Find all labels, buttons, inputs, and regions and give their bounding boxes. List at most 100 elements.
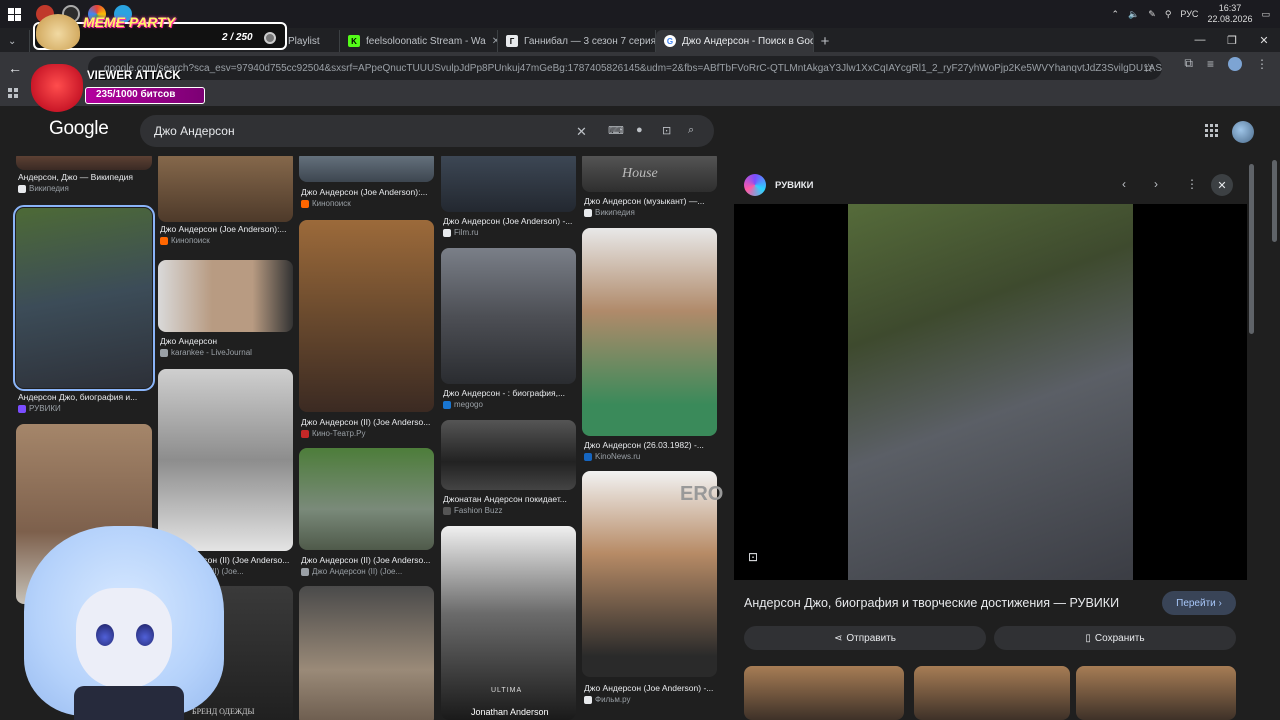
tab-google-search[interactable]: G Джо Андерсон - Поиск в Goo ✕ [656,30,814,52]
mic-icon[interactable]: ● [636,124,643,136]
pen-icon[interactable]: ✎ [1148,9,1156,20]
result-caption: Джо Андерсон (Joe Anderson):... [301,187,428,197]
source-label: Джо Андерсон (II) (Joe... [312,567,403,576]
preview-site-name[interactable]: РУВИКИ [775,180,813,191]
image-result-selected[interactable]: Андерсон Джо, биография и... РУВИКИ [13,205,155,416]
account-avatar[interactable] [1232,121,1254,143]
result-caption: Джо Андерсон (26.03.1982) -... [584,440,704,450]
image-result[interactable]: Джонатан Андерсон покидает... Fashion Bu… [441,420,576,520]
kinoteatr-favicon-icon [301,429,309,438]
profile-avatar-icon[interactable] [1228,56,1242,71]
image-result[interactable]: Джо Андерсон (II) (Joe Anderso... Кино-Т… [299,220,434,442]
chevron-left-icon[interactable]: ‹ [1122,177,1126,191]
result-thumbnail [158,156,293,222]
chevron-up-icon[interactable]: ⌃ [1112,9,1120,20]
image-result[interactable]: House Джо Андерсон (музыкант) —... Викип… [582,156,717,220]
result-thumbnail [441,420,576,490]
result-source: Кинопоиск [301,199,351,208]
result-thumbnail [16,156,152,170]
window-controls: — ❐ ✕ [1184,28,1280,52]
image-result[interactable]: Джо Андерсон (Joe Anderson):... Кинопоис… [299,156,434,220]
preview-title[interactable]: Андерсон Джо, биография и творческие дос… [744,596,1119,610]
related-image[interactable] [914,666,1070,720]
bookmark-icon: ▯ [1085,632,1091,644]
clock[interactable]: 16:37 22.08.2026 [1207,3,1252,25]
back-arrow-icon[interactable]: ← [0,60,30,76]
avatar-eye-icon [96,624,114,646]
clear-icon[interactable]: ✕ [576,124,587,140]
result-caption: Джо Андерсон - : биография,... [443,388,566,398]
search-icon[interactable]: ⌕ [688,124,694,137]
keyboard-icon[interactable]: ⌨ [608,124,624,137]
preview-scrollbar[interactable] [1249,164,1254,334]
related-image[interactable] [1076,666,1236,720]
media-icon[interactable]: ≡ [1207,57,1214,71]
notifications-icon[interactable]: ▭ [1261,9,1270,20]
related-image[interactable] [744,666,904,720]
image-result[interactable]: Джо Андерсон (Joe Anderson) -... Film.ru [441,156,576,240]
visit-button[interactable]: Перейти › [1162,591,1236,615]
result-thumbnail [582,228,717,436]
ruviki-logo-icon[interactable] [744,174,766,196]
search-box[interactable]: Джо Андерсон ✕ ⌨ ● ⊡ ⌕ [140,115,714,147]
image-result[interactable]: Джо Андерсон - : биография,... megogo [441,248,576,414]
source-label: РУВИКИ [29,404,61,413]
bookmark-star-icon[interactable]: ☆ [1143,61,1154,75]
image-result[interactable]: Джо Андерсон karankee - LiveJournal [158,260,293,364]
close-preview-button[interactable]: ✕ [1211,174,1233,196]
image-result[interactable]: Джо Андерсон (26.03.1982) -... KinoNews.… [582,228,717,462]
start-button[interactable] [0,0,28,28]
more-options-icon[interactable]: ⋮ [1186,177,1198,191]
page-scrollbar-thumb[interactable] [1272,160,1277,242]
new-tab-button[interactable]: + [814,30,836,52]
ero-overlay-text: ERO [680,483,724,505]
tomato-heart-icon [31,64,83,112]
clock-time: 16:37 [1218,3,1242,13]
coin-icon [264,32,276,44]
google-logo[interactable]: Google [49,118,109,140]
share-button[interactable]: ⋖ Отправить [744,626,986,650]
search-query[interactable]: Джо Андерсон [154,124,235,138]
result-source: Википедия [18,184,69,193]
image-result[interactable]: ULTIMA Jonathan Anderson [441,526,576,720]
image-result[interactable] [299,586,434,720]
result-caption: Джо Андерсон (Joe Anderson) -... [443,216,573,226]
windows-logo-icon [7,7,21,21]
tab-hannibal[interactable]: Г Ганнибал — 3 сезон 7 серия ✕ [498,30,656,52]
preview-photo[interactable] [848,204,1133,580]
result-source: Википедия [584,208,635,217]
restore-button[interactable]: ❐ [1216,28,1248,52]
apps-icon[interactable] [8,88,18,98]
minimize-button[interactable]: — [1184,28,1216,52]
image-result[interactable]: ERO Джо Андерсон (Joe Anderson) -... Фил… [582,471,723,707]
address-bar[interactable]: google.com/search?sca_esv=97940d755cc925… [88,56,1162,80]
tab-search-button[interactable]: ⌄ [0,30,30,52]
tab-playlist[interactable]: Playlist [280,30,340,52]
language-indicator[interactable]: РУС [1180,9,1198,19]
filmru-favicon-icon [584,695,592,704]
result-caption: Джо Андерсон (II) (Joe Anderso... [301,555,431,565]
network-icon[interactable]: ⚲ [1165,9,1172,20]
lens-icon[interactable]: ⊡ [662,124,671,137]
google-favicon-icon: G [664,35,676,47]
preview-image-frame[interactable]: ⊡ [734,204,1247,580]
window-close-button[interactable]: ✕ [1248,28,1280,52]
ultima-overlay-text: ULTIMA [491,687,523,694]
menu-icon[interactable]: ⋮ [1256,57,1268,71]
house-overlay-text: House [622,166,658,181]
result-thumbnail [441,248,576,384]
image-result[interactable]: Андерсон, Джо — Википедия Википедия [16,156,152,198]
result-source: Фильм.ру [584,695,630,704]
site-favicon-icon: Г [506,35,518,47]
close-icon: ✕ [1217,179,1227,192]
volume-icon[interactable]: 🔈 [1128,9,1139,20]
share-label: Отправить [846,632,896,644]
extensions-icon[interactable]: ⧉ [1184,56,1193,71]
google-apps-icon[interactable] [1205,124,1218,137]
tab-stream[interactable]: K feelsoloonatic Stream - Wa ✕ [340,30,498,52]
image-result[interactable]: Джо Андерсон (II) (Joe Anderso... Джо Ан… [299,448,434,578]
ruviki-favicon-icon [18,404,26,413]
save-button[interactable]: ▯ Сохранить [994,626,1236,650]
lens-search-icon[interactable]: ⊡ [748,550,758,564]
chevron-right-icon[interactable]: › [1154,177,1158,191]
